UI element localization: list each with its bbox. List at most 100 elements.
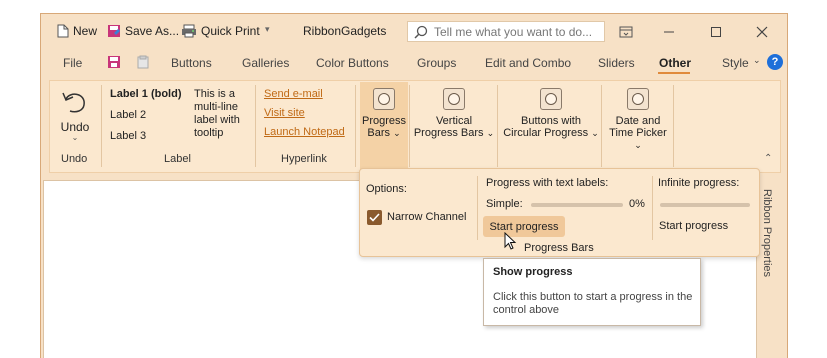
checkmark-icon	[369, 213, 380, 222]
search-placeholder: Tell me what you want to do...	[434, 24, 593, 39]
search-box[interactable]: Tell me what you want to do...	[407, 21, 605, 42]
multi-line-label-line: This is a	[194, 88, 235, 100]
tab-color-buttons[interactable]: Color Buttons	[316, 56, 389, 70]
options-label: Options:	[366, 183, 407, 195]
date-time-picker-label: Time Picker	[609, 127, 667, 139]
text-labels-header: Progress with text labels:	[486, 177, 609, 189]
tab-other[interactable]: Other	[659, 56, 691, 70]
maximize-icon[interactable]	[706, 22, 726, 42]
simple-percent: 0%	[629, 198, 645, 210]
progress-bars-popup: Options: Narrow Channel Progress with te…	[359, 168, 760, 257]
tab-galleries[interactable]: Galleries	[242, 56, 289, 70]
simple-progress-bar	[531, 203, 623, 207]
progress-bars-icon	[373, 88, 395, 110]
infinite-progress-header: Infinite progress:	[658, 177, 740, 189]
date-time-picker-label: Date and	[615, 115, 661, 127]
new-button[interactable]: New	[57, 21, 97, 41]
dropdown-chevron-icon: ⌄	[486, 128, 495, 138]
visit-site-link[interactable]: Visit site	[264, 107, 305, 119]
group-separator	[409, 85, 410, 167]
multi-line-label-line: multi-line	[194, 101, 239, 113]
ribbon-panel: Undo ⌄ Undo Label 1 (bold) Label 2 Label…	[49, 80, 781, 173]
ribbon-display-options-icon[interactable]	[616, 22, 636, 42]
dropdown-chevron-icon: ⌄	[591, 128, 599, 138]
vertical-progress-bars-label: Progress Bars	[413, 127, 484, 139]
qat-customize-icon[interactable]: ▾	[265, 24, 270, 35]
circular-progress-button[interactable]: Buttons with Circular Progress ⌄	[502, 82, 600, 152]
save-as-label: Save As...	[125, 24, 180, 38]
save-icon[interactable]	[107, 55, 121, 72]
multi-line-label: This is a multi-line label with tooltip	[194, 88, 240, 140]
send-email-link[interactable]: Send e-mail	[264, 88, 323, 100]
group-separator	[255, 85, 256, 167]
vertical-progress-bars-icon	[443, 88, 465, 110]
group-separator	[497, 85, 498, 167]
tooltip-title: Show progress	[493, 266, 573, 278]
label-1-bold: Label 1 (bold)	[110, 88, 182, 100]
vertical-progress-bars-label: Vertical	[435, 115, 473, 127]
dropdown-chevron-icon: ⌄	[634, 140, 642, 150]
undo-icon	[62, 92, 85, 113]
ribbon-properties-label[interactable]: Ribbon Properties	[761, 189, 773, 277]
multi-line-label-line: tooltip	[194, 127, 224, 139]
group-separator	[101, 85, 102, 167]
tab-sliders[interactable]: Sliders	[598, 56, 635, 70]
tab-groups[interactable]: Groups	[417, 56, 456, 70]
date-time-picker-button[interactable]: Date and Time Picker ⌄	[605, 82, 671, 152]
group-separator	[355, 85, 356, 167]
progress-bars-button[interactable]: Progress Bars ⌄	[360, 82, 408, 170]
undo-chevron-icon: ⌄	[71, 133, 79, 142]
paste-icon[interactable]	[136, 55, 150, 72]
group-label-label: Label	[164, 153, 191, 165]
popup-separator	[652, 176, 653, 240]
start-progress-button[interactable]: Start progress	[483, 216, 565, 237]
collapse-ribbon-icon[interactable]: ⌃	[764, 153, 772, 164]
circular-progress-icon	[540, 88, 562, 110]
close-icon[interactable]	[752, 22, 772, 42]
show-progress-tooltip: Show progress Click this button to start…	[483, 258, 701, 326]
narrow-channel-checkbox[interactable]	[367, 210, 382, 225]
label-3: Label 3	[110, 130, 147, 142]
progress-bars-caption: Progress Bars	[524, 242, 594, 254]
save-as-icon	[108, 25, 120, 37]
group-label-undo: Undo	[61, 153, 88, 165]
start-progress-label: Start progress	[489, 220, 559, 233]
active-tab-indicator	[658, 72, 690, 74]
popup-separator	[477, 176, 478, 240]
date-time-picker-icon	[627, 88, 649, 110]
launch-notepad-link[interactable]: Launch Notepad	[264, 126, 345, 138]
infinite-progress-bar	[660, 203, 750, 207]
help-icon[interactable]: ?	[767, 54, 783, 70]
search-icon	[414, 25, 428, 39]
window-title: RibbonGadgets	[303, 24, 387, 38]
vertical-progress-bars-button[interactable]: Vertical Progress Bars ⌄	[413, 82, 495, 152]
undo-label: Undo	[60, 120, 90, 134]
progress-bars-label: Progress	[361, 115, 407, 127]
tooltip-body: Click this button to start a progress in…	[493, 291, 693, 316]
save-as-button[interactable]: Save As...	[107, 21, 179, 41]
infinite-start-progress-button[interactable]: Start progress	[659, 220, 728, 232]
new-label: New	[73, 24, 98, 38]
tab-buttons[interactable]: Buttons	[171, 56, 212, 70]
progress-bars-label: Bars	[367, 127, 390, 139]
narrow-channel-label: Narrow Channel	[387, 211, 467, 223]
quick-print-label: Quick Print	[201, 24, 260, 38]
multi-line-label-line: label with	[194, 114, 240, 126]
undo-button[interactable]: Undo ⌄	[55, 87, 95, 147]
circular-progress-label: Circular Progress	[503, 127, 589, 139]
dropdown-chevron-icon: ⌄	[393, 128, 401, 138]
tab-edit-and-combo[interactable]: Edit and Combo	[485, 56, 571, 70]
label-2: Label 2	[110, 109, 147, 121]
minimize-icon[interactable]	[659, 22, 679, 42]
quick-print-button[interactable]: Quick Print	[181, 21, 260, 41]
printer-icon	[182, 24, 196, 38]
tab-file[interactable]: File	[63, 56, 82, 70]
new-file-icon	[57, 24, 69, 38]
group-label-hyperlink: Hyperlink	[281, 153, 327, 165]
group-separator	[673, 85, 674, 167]
group-separator	[601, 85, 602, 167]
style-menu[interactable]: Style	[722, 56, 749, 70]
simple-label: Simple:	[486, 198, 523, 210]
style-chevron-icon[interactable]: ⌄	[753, 55, 761, 66]
mouse-cursor-icon	[504, 232, 517, 250]
